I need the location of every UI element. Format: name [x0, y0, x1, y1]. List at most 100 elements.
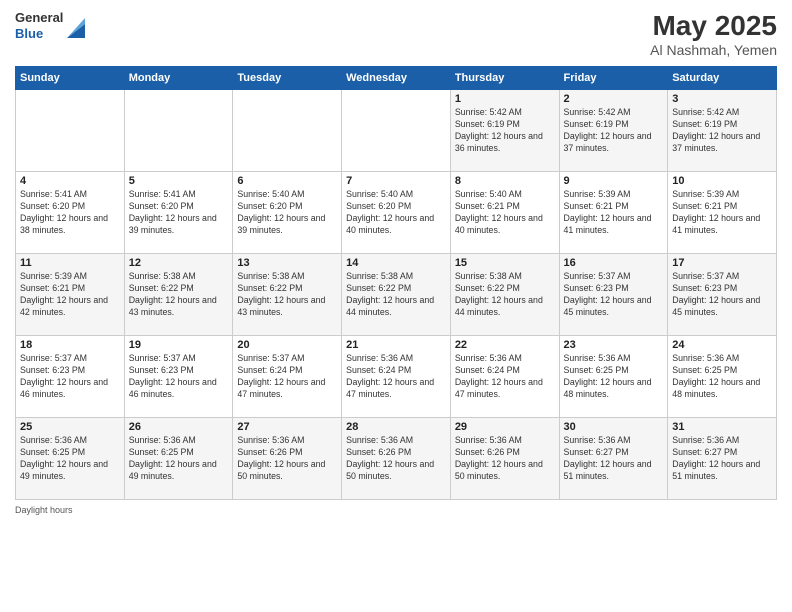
table-row: 13 Sunrise: 5:38 AMSunset: 6:22 PMDayligh…: [233, 254, 342, 336]
table-row: 30 Sunrise: 5:36 AMSunset: 6:27 PMDayligh…: [559, 418, 668, 500]
title-block: May 2025 Al Nashmah, Yemen: [650, 10, 777, 58]
table-row: 10Sunrise: 5:39 AMSunset: 6:21 PMDayligh…: [668, 172, 777, 254]
table-row: [16, 90, 125, 172]
day-info: Sunrise: 5:36 AMSunset: 6:25 PMDaylight:…: [20, 435, 120, 483]
day-info: Sunrise: 5:37 AMSunset: 6:23 PMDaylight:…: [129, 353, 229, 401]
day-info: Sunrise: 5:36 AMSunset: 6:26 PMDaylight:…: [237, 435, 337, 483]
calendar-week-5: 25 Sunrise: 5:36 AMSunset: 6:25 PMDayligh…: [16, 418, 777, 500]
table-row: [124, 90, 233, 172]
daylight-label: Daylight hours: [15, 505, 73, 515]
calendar-week-2: 4 Sunrise: 5:41 AMSunset: 6:20 PMDaylight…: [16, 172, 777, 254]
day-number: 12: [129, 257, 229, 269]
day-info: Sunrise: 5:36 AMSunset: 6:27 PMDaylight:…: [564, 435, 664, 483]
day-number: 26: [129, 421, 229, 433]
day-number: 2: [564, 93, 664, 105]
day-info: Sunrise: 5:36 AMSunset: 6:24 PMDaylight:…: [455, 353, 555, 401]
table-row: 21 Sunrise: 5:36 AMSunset: 6:24 PMDayligh…: [342, 336, 451, 418]
table-row: 1Sunrise: 5:42 AMSunset: 6:19 PMDaylight…: [450, 90, 559, 172]
day-number: 1: [455, 93, 555, 105]
table-row: 24 Sunrise: 5:36 AMSunset: 6:25 PMDayligh…: [668, 336, 777, 418]
table-row: 20 Sunrise: 5:37 AMSunset: 6:24 PMDayligh…: [233, 336, 342, 418]
day-info: Sunrise: 5:36 AMSunset: 6:25 PMDaylight:…: [564, 353, 664, 401]
day-info: Sunrise: 5:40 AMSunset: 6:21 PMDaylight:…: [455, 189, 555, 237]
logo-icon: [67, 14, 85, 38]
col-wednesday: Wednesday: [342, 67, 451, 90]
day-number: 28: [346, 421, 446, 433]
day-number: 25: [20, 421, 120, 433]
day-number: 10: [672, 175, 772, 187]
col-sunday: Sunday: [16, 67, 125, 90]
day-number: 6: [237, 175, 337, 187]
calendar-week-3: 11 Sunrise: 5:39 AMSunset: 6:21 PMDayligh…: [16, 254, 777, 336]
day-number: 19: [129, 339, 229, 351]
day-info: Sunrise: 5:37 AMSunset: 6:24 PMDaylight:…: [237, 353, 337, 401]
day-number: 17: [672, 257, 772, 269]
col-saturday: Saturday: [668, 67, 777, 90]
col-monday: Monday: [124, 67, 233, 90]
calendar-week-1: 1 Sunrise: 5:42 AMSunset: 6:19 PMDaylight…: [16, 90, 777, 172]
day-number: 15: [455, 257, 555, 269]
table-row: 18 Sunrise: 5:37 AMSunset: 6:23 PMDayligh…: [16, 336, 125, 418]
day-info: Sunrise: 5:37 AMSunset: 6:23 PMDaylight:…: [672, 271, 772, 319]
day-info: Sunrise: 5:39 AMSunset: 6:21 PMDaylight:…: [564, 189, 664, 237]
header: General Blue May 2025 Al Nashmah, Yemen: [15, 10, 777, 58]
day-number: 18: [20, 339, 120, 351]
day-info: Sunrise: 5:42 AMSunset: 6:19 PMDaylight:…: [564, 107, 664, 155]
day-info: Sunrise: 5:36 AMSunset: 6:27 PMDaylight:…: [672, 435, 772, 483]
table-row: 8 Sunrise: 5:40 AMSunset: 6:21 PMDaylight…: [450, 172, 559, 254]
day-number: 22: [455, 339, 555, 351]
table-row: 19 Sunrise: 5:37 AMSunset: 6:23 PMDayligh…: [124, 336, 233, 418]
day-info: Sunrise: 5:38 AMSunset: 6:22 PMDaylight:…: [237, 271, 337, 319]
day-number: 3: [672, 93, 772, 105]
day-info: Sunrise: 5:42 AMSunset: 6:19 PMDaylight:…: [672, 107, 772, 155]
day-number: 16: [564, 257, 664, 269]
calendar-table: Sunday Monday Tuesday Wednesday Thursday…: [15, 66, 777, 500]
day-info: Sunrise: 5:40 AMSunset: 6:20 PMDaylight:…: [346, 189, 446, 237]
table-row: 28 Sunrise: 5:36 AMSunset: 6:26 PMDayligh…: [342, 418, 451, 500]
day-number: 9: [564, 175, 664, 187]
calendar-header-row: Sunday Monday Tuesday Wednesday Thursday…: [16, 67, 777, 90]
day-number: 5: [129, 175, 229, 187]
day-number: 11: [20, 257, 120, 269]
page-title: May 2025: [650, 10, 777, 42]
day-number: 27: [237, 421, 337, 433]
day-info: Sunrise: 5:38 AMSunset: 6:22 PMDaylight:…: [455, 271, 555, 319]
table-row: 27 Sunrise: 5:36 AMSunset: 6:26 PMDayligh…: [233, 418, 342, 500]
table-row: 31 Sunrise: 5:36 AMSunset: 6:27 PMDayligh…: [668, 418, 777, 500]
logo-text: General Blue: [15, 10, 63, 41]
day-number: 21: [346, 339, 446, 351]
day-info: Sunrise: 5:37 AMSunset: 6:23 PMDaylight:…: [20, 353, 120, 401]
day-info: Sunrise: 5:38 AMSunset: 6:22 PMDaylight:…: [346, 271, 446, 319]
day-info: Sunrise: 5:36 AMSunset: 6:24 PMDaylight:…: [346, 353, 446, 401]
calendar-week-4: 18 Sunrise: 5:37 AMSunset: 6:23 PMDayligh…: [16, 336, 777, 418]
day-number: 24: [672, 339, 772, 351]
table-row: 5 Sunrise: 5:41 AMSunset: 6:20 PMDaylight…: [124, 172, 233, 254]
table-row: 4Sunrise: 5:41 AMSunset: 6:20 PMDaylight…: [16, 172, 125, 254]
day-number: 8: [455, 175, 555, 187]
table-row: 7Sunrise: 5:40 AMSunset: 6:20 PMDaylight…: [342, 172, 451, 254]
col-friday: Friday: [559, 67, 668, 90]
col-tuesday: Tuesday: [233, 67, 342, 90]
logo-blue: Blue: [15, 26, 63, 42]
day-info: Sunrise: 5:36 AMSunset: 6:25 PMDaylight:…: [672, 353, 772, 401]
day-number: 13: [237, 257, 337, 269]
table-row: 23 Sunrise: 5:36 AMSunset: 6:25 PMDayligh…: [559, 336, 668, 418]
day-info: Sunrise: 5:36 AMSunset: 6:26 PMDaylight:…: [346, 435, 446, 483]
day-info: Sunrise: 5:36 AMSunset: 6:26 PMDaylight:…: [455, 435, 555, 483]
day-info: Sunrise: 5:41 AMSunset: 6:20 PMDaylight:…: [129, 189, 229, 237]
day-number: 20: [237, 339, 337, 351]
day-number: 4: [20, 175, 120, 187]
col-thursday: Thursday: [450, 67, 559, 90]
day-number: 31: [672, 421, 772, 433]
day-number: 14: [346, 257, 446, 269]
footer: Daylight hours: [15, 505, 777, 515]
table-row: 3 Sunrise: 5:42 AMSunset: 6:19 PMDaylight…: [668, 90, 777, 172]
table-row: 6Sunrise: 5:40 AMSunset: 6:20 PMDaylight…: [233, 172, 342, 254]
day-number: 30: [564, 421, 664, 433]
day-info: Sunrise: 5:38 AMSunset: 6:22 PMDaylight:…: [129, 271, 229, 319]
day-info: Sunrise: 5:36 AMSunset: 6:25 PMDaylight:…: [129, 435, 229, 483]
day-info: Sunrise: 5:39 AMSunset: 6:21 PMDaylight:…: [20, 271, 120, 319]
day-number: 23: [564, 339, 664, 351]
logo-general: General: [15, 10, 63, 26]
table-row: 29Sunrise: 5:36 AMSunset: 6:26 PMDayligh…: [450, 418, 559, 500]
